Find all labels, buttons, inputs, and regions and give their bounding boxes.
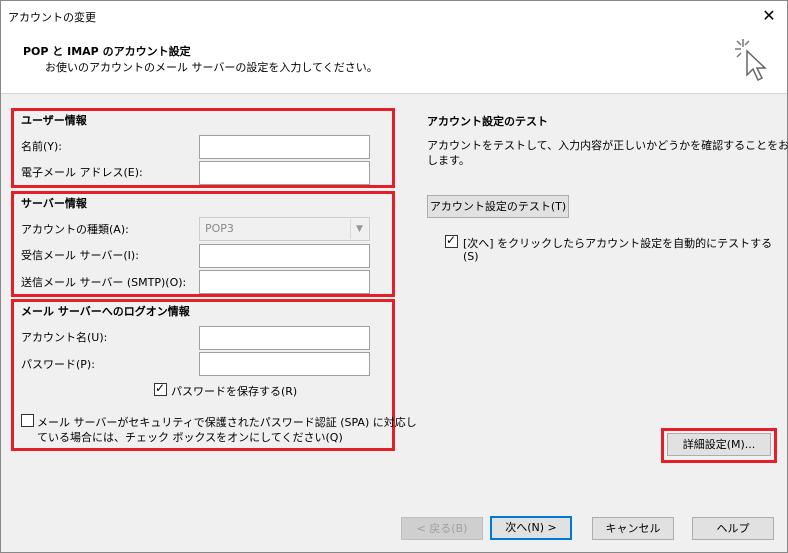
remember-password-label[interactable]: パスワードを保存する(R): [171, 383, 297, 399]
remember-password-checkbox[interactable]: [154, 381, 167, 396]
account-settings-dialog: アカウントの変更 ✕ POP と IMAP のアカウント設定 お使いのアカウント…: [0, 0, 788, 553]
cancel-button[interactable]: キャンセル: [592, 517, 674, 540]
back-button[interactable]: < 戻る(B): [401, 517, 483, 540]
logon-info-title: メール サーバーへのログオン情報: [21, 305, 190, 318]
auto-test-label-line1[interactable]: [次へ] をクリックしたらアカウント設定を自動的にテストする: [463, 235, 772, 251]
outgoing-server-input[interactable]: [199, 270, 370, 294]
account-name-input[interactable]: [199, 326, 370, 350]
test-description-line1: アカウントをテストして、入力内容が正しいかどうかを確認することをお勧め: [427, 139, 788, 152]
account-type-select[interactable]: POP3 ▼: [199, 217, 370, 241]
title-bar: アカウントの変更 ✕: [1, 1, 787, 31]
auto-test-checkbox[interactable]: [445, 233, 458, 248]
spa-label-line2[interactable]: ている場合には、チェック ボックスをオンにしてください(Q): [37, 429, 343, 445]
close-icon[interactable]: ✕: [759, 6, 779, 26]
page-subtitle: お使いのアカウントのメール サーバーの設定を入力してください。: [45, 61, 378, 74]
account-name-label: アカウント名(U):: [21, 331, 108, 344]
account-type-label: アカウントの種類(A):: [21, 223, 129, 236]
cursor-sparkle-icon: [735, 39, 767, 82]
next-button[interactable]: 次へ(N) >: [490, 516, 572, 540]
spa-checkbox[interactable]: [21, 414, 34, 427]
name-input[interactable]: [199, 135, 370, 159]
account-type-value: POP3: [205, 222, 234, 235]
window-title: アカウントの変更: [8, 11, 96, 24]
email-input[interactable]: [199, 161, 370, 185]
header-panel: POP と IMAP のアカウント設定 お使いのアカウントのメール サーバーの設…: [1, 31, 787, 94]
email-label: 電子メール アドレス(E):: [21, 166, 143, 179]
incoming-server-label: 受信メール サーバー(I):: [21, 249, 139, 262]
test-section-title: アカウント設定のテスト: [427, 115, 548, 128]
incoming-server-input[interactable]: [199, 244, 370, 268]
spa-label-line1[interactable]: メール サーバーがセキュリティで保護されたパスワード認証 (SPA) に対応し: [37, 414, 417, 430]
password-input[interactable]: [199, 352, 370, 376]
test-description-line2: します。: [427, 154, 470, 167]
auto-test-label-line2[interactable]: (S): [463, 250, 479, 263]
server-info-title: サーバー情報: [21, 197, 87, 210]
page-title: POP と IMAP のアカウント設定: [23, 45, 191, 58]
name-label: 名前(Y):: [21, 140, 63, 153]
password-label: パスワード(P):: [21, 358, 95, 371]
test-account-button[interactable]: アカウント設定のテスト(T): [427, 195, 569, 218]
outgoing-server-label: 送信メール サーバー (SMTP)(O):: [21, 276, 187, 289]
help-button[interactable]: ヘルプ: [692, 517, 774, 540]
user-info-title: ユーザー情報: [21, 114, 87, 127]
chevron-down-icon[interactable]: ▼: [350, 219, 368, 239]
more-settings-button[interactable]: 詳細設定(M)...: [667, 433, 771, 456]
